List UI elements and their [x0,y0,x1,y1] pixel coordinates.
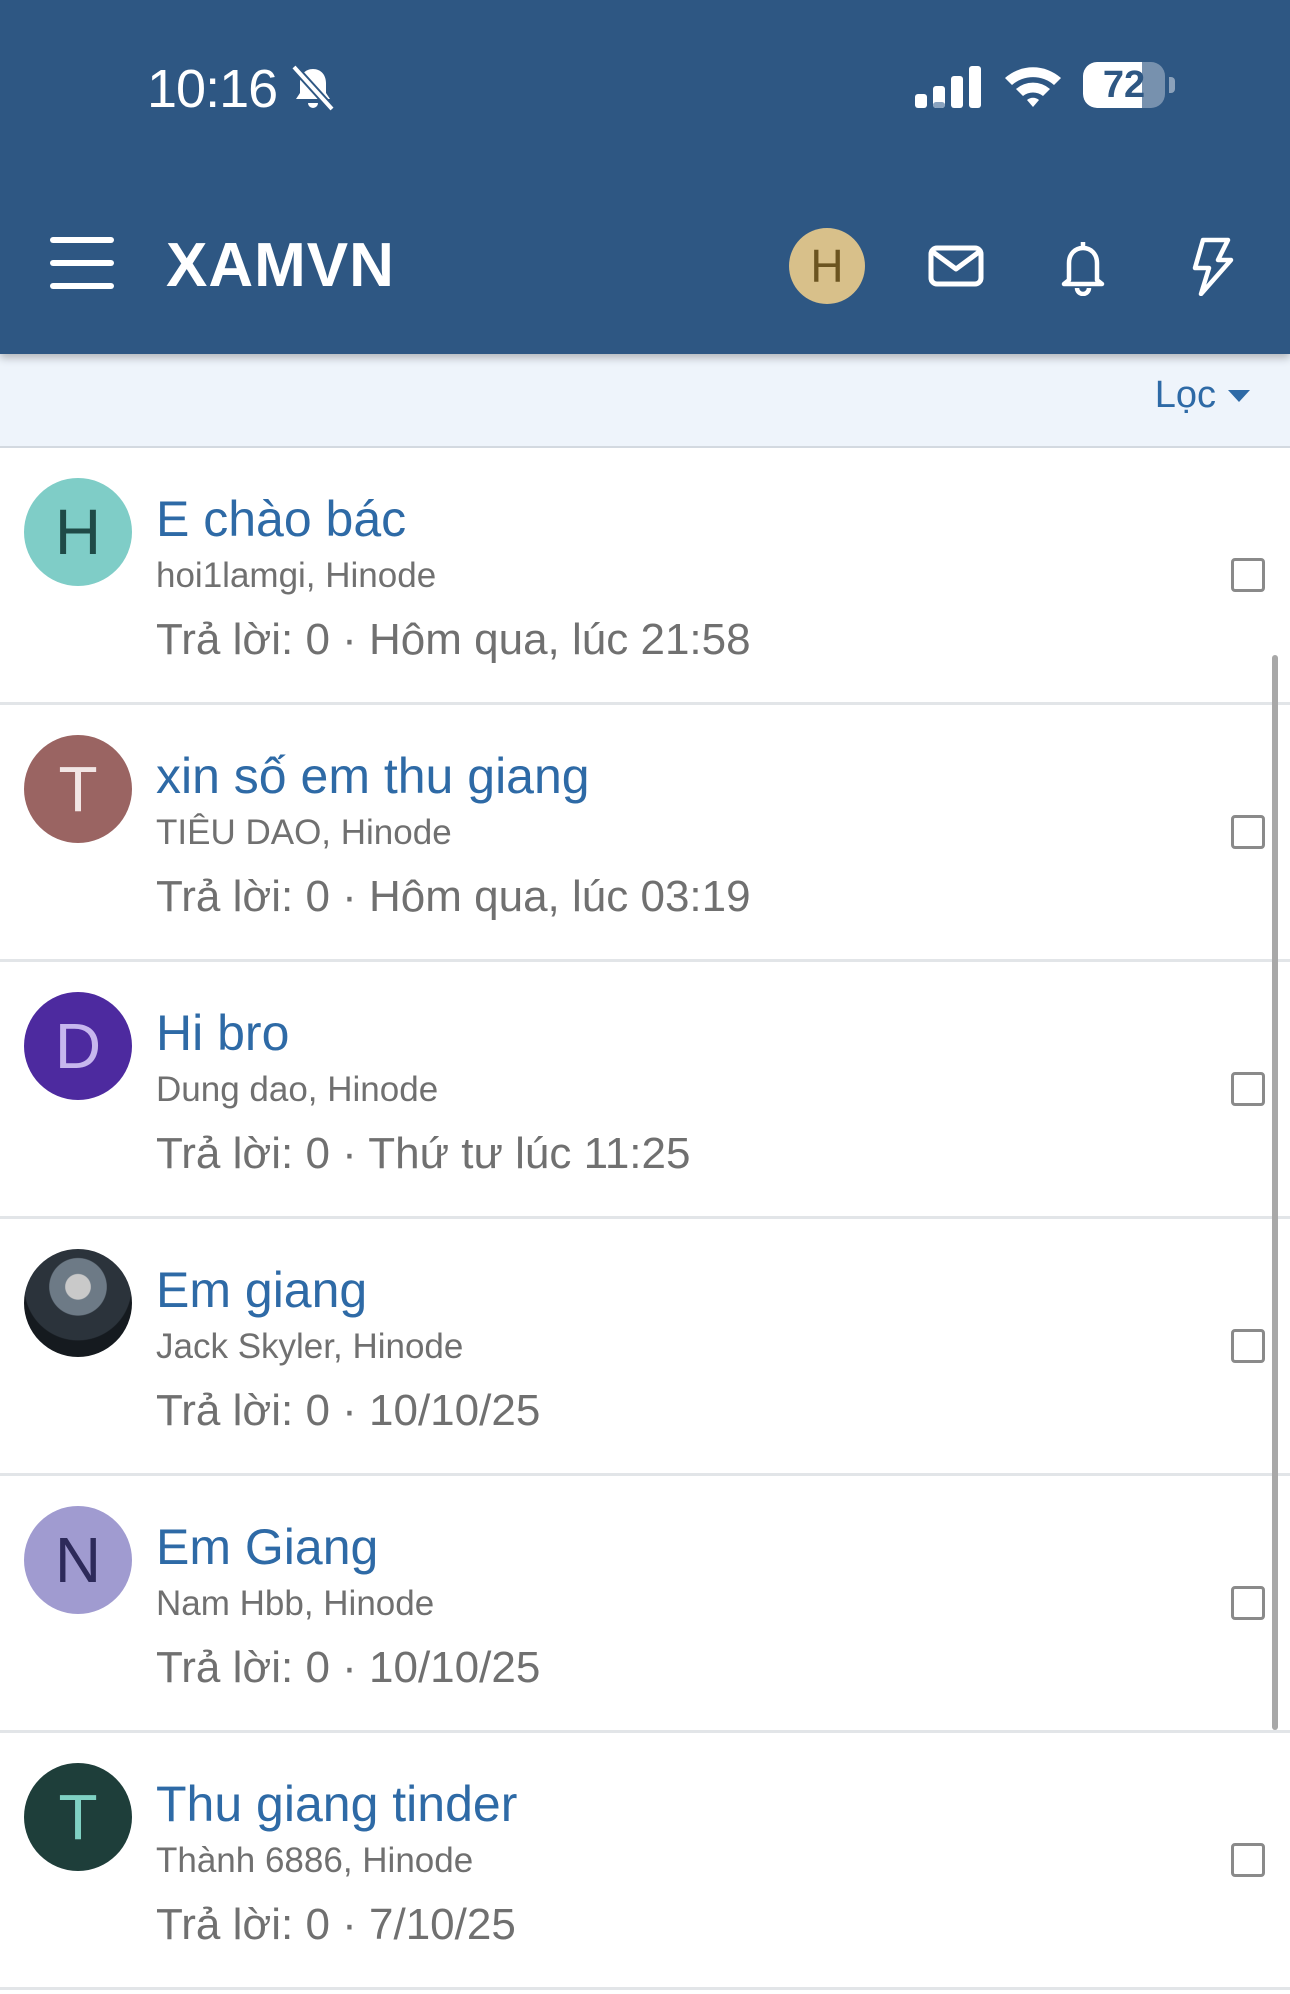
conversation-title[interactable]: Em giang [156,1261,367,1319]
conversation-title[interactable]: E chào bác [156,490,406,548]
conversation-row[interactable]: Txin số em thu giang TIÊU DAO, Hinode Trả … [0,705,1290,962]
mail-icon[interactable] [926,236,986,296]
conversation-row[interactable]: Em giang Jack Skyler, Hinode Trả lời: 0 · … [0,1219,1290,1476]
conversation-row[interactable]: D Hi bro Dung dao, Hinode Trả lời: 0 · Thứ … [0,962,1290,1219]
filter-label: Lọc [1154,374,1216,416]
signal-icon [915,66,981,108]
conversation-participants: TIÊU DAO, Hinode [156,813,452,852]
conversation-row[interactable]: N Em Giang Nam Hbb, Hinode Trả lời: 0 · 10/… [0,1476,1290,1733]
select-checkbox[interactable] [1231,1329,1265,1363]
conversation-title[interactable]: Thu giang tinder [156,1775,517,1833]
conversation-meta: Trả lời: 0 · Hôm qua, lúc 03:19 [156,872,751,921]
conversation-meta: Trả lời: 0 · Hôm qua, lúc 21:58 [156,615,751,664]
avatar[interactable]: T [24,735,132,843]
app-title[interactable]: XAMVN [166,230,395,301]
conversation-participants: Dung dao, Hinode [156,1070,439,1109]
scrollbar[interactable] [1272,655,1278,1730]
conversation-meta: Trả lời: 0 · 10/10/25 [156,1643,541,1692]
conversation-row[interactable]: H E chào bác hoi1lamgi, Hinode Trả lời: 0 ·… [0,448,1290,705]
select-checkbox[interactable] [1231,558,1265,592]
wifi-icon [1005,67,1061,107]
avatar[interactable]: N [24,1506,132,1614]
bell-icon[interactable] [1053,236,1113,296]
conversation-participants: Thành 6886, Hinode [156,1841,474,1880]
avatar[interactable]: T [24,1763,132,1871]
select-checkbox[interactable] [1231,815,1265,849]
menu-icon[interactable] [50,237,114,289]
avatar[interactable] [24,1249,132,1357]
conversation-title[interactable]: Hi bro [156,1004,289,1062]
avatar[interactable]: H [24,478,132,586]
conversation-list: H E chào bác hoi1lamgi, Hinode Trả lời: 0 ·… [0,448,1290,1990]
battery-indicator: 72 [1083,62,1175,108]
conversation-participants: Jack Skyler, Hinode [156,1327,464,1366]
app-header: 10:16 72 XAMVN H [0,0,1290,354]
conversation-meta: Trả lời: 0 · 7/10/25 [156,1900,516,1949]
select-checkbox[interactable] [1231,1072,1265,1106]
lightning-icon[interactable] [1183,236,1243,296]
bell-slash-icon [291,64,335,112]
caret-down-icon [1228,389,1250,402]
conversation-participants: Nam Hbb, Hinode [156,1584,435,1623]
select-checkbox[interactable] [1231,1843,1265,1877]
filter-bar: Lọc [0,354,1290,448]
filter-button[interactable]: Lọc [1155,374,1250,417]
user-avatar[interactable]: H [789,228,865,304]
conversation-title[interactable]: Em Giang [156,1518,378,1576]
avatar[interactable]: D [24,992,132,1100]
battery-percent: 72 [1102,64,1146,106]
select-checkbox[interactable] [1231,1586,1265,1620]
conversation-row[interactable]: T Thu giang tinder Thành 6886, Hinode Trả l… [0,1733,1290,1990]
status-time: 10:16 [147,59,278,119]
conversation-meta: Trả lời: 0 · 10/10/25 [156,1386,541,1435]
conversation-title[interactable]: xin số em thu giang [156,747,590,805]
conversation-meta: Trả lời: 0 · Thứ tư lúc 11:25 [156,1129,691,1178]
conversation-participants: hoi1lamgi, Hinode [156,556,437,595]
